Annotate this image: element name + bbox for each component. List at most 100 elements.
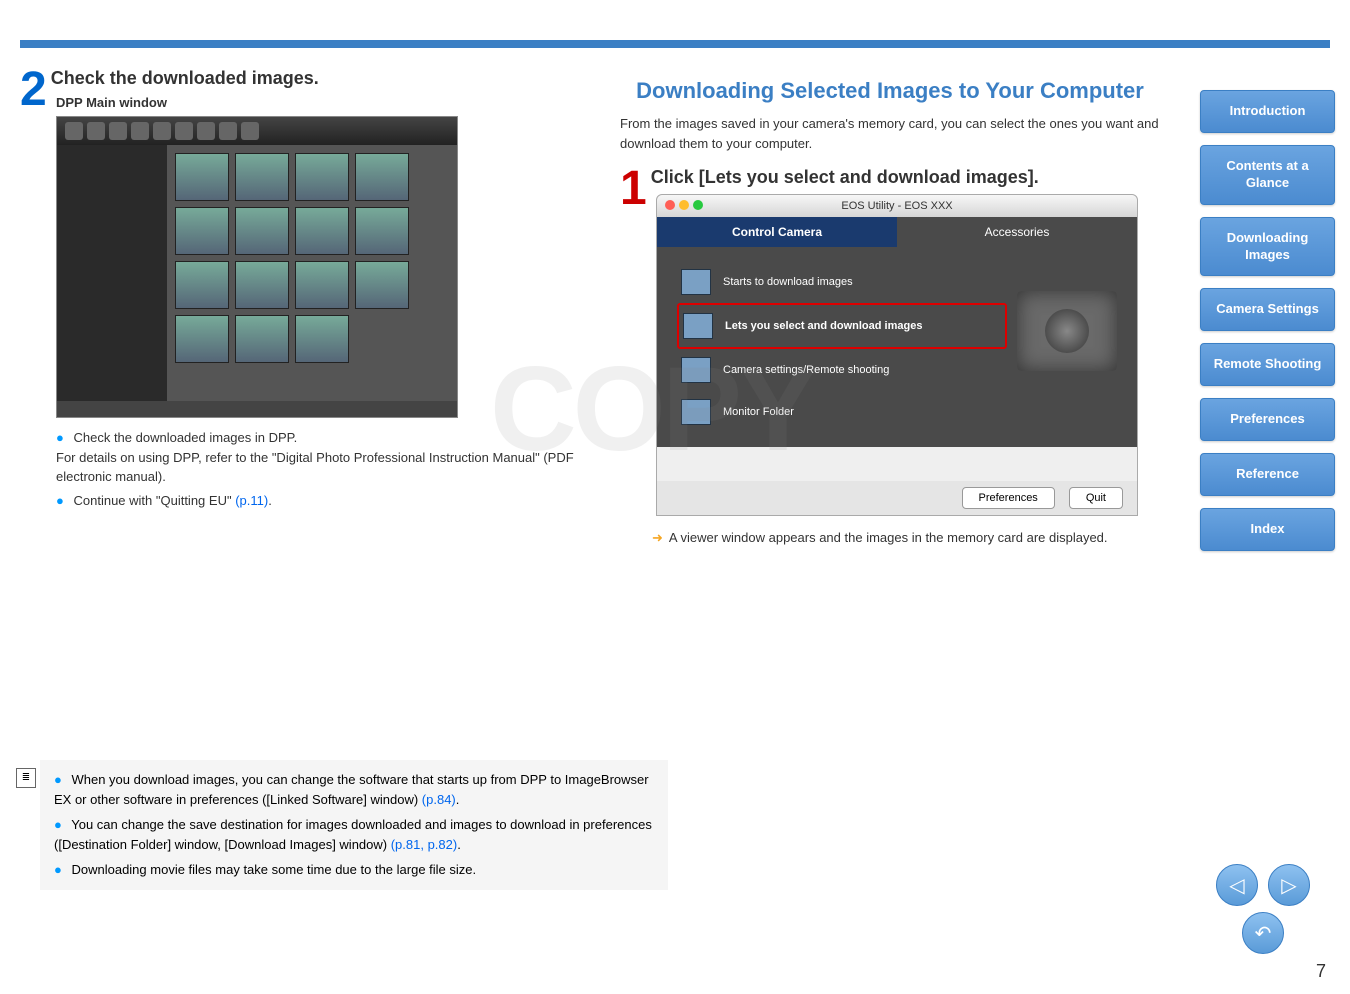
toolbar-icon: [87, 122, 105, 140]
thumbnail: [355, 261, 409, 309]
dpp-status-bar: [57, 401, 457, 417]
thumbnail: [355, 153, 409, 201]
return-button[interactable]: ↶: [1242, 912, 1284, 954]
page-link[interactable]: (p.81, p.82): [391, 837, 458, 852]
step-number-1: 1: [620, 167, 647, 210]
select-download-icon: [683, 313, 713, 339]
toolbar-icon: [131, 122, 149, 140]
bullet-quitting-eu: Continue with "Quitting EU" (p.11).: [56, 491, 600, 511]
result-text: A viewer window appears and the images i…: [670, 528, 1160, 548]
eos-utility-window: EOS Utility - EOS XXX Control Camera Acc…: [656, 194, 1138, 516]
thumbnail: [295, 207, 349, 255]
window-traffic-lights: [665, 200, 703, 210]
eu-item-monitor-folder[interactable]: Monitor Folder: [677, 391, 1007, 433]
tab-control-camera[interactable]: Control Camera: [657, 217, 897, 247]
note-item: You can change the save destination for …: [54, 815, 654, 854]
eu-body: Starts to download images Lets you selec…: [657, 247, 1137, 447]
page-number: 7: [1316, 961, 1326, 982]
nav-reference[interactable]: Reference: [1200, 453, 1335, 496]
eu-item-start-download[interactable]: Starts to download images: [677, 261, 1007, 303]
eu-item-select-download[interactable]: Lets you select and download images: [677, 303, 1007, 349]
note-item: Downloading movie files may take some ti…: [54, 860, 654, 880]
dpp-folder-tree: [57, 145, 175, 401]
bullet-text: Check the downloaded images in DPP.: [73, 430, 297, 445]
dpp-toolbar: [57, 117, 457, 145]
download-icon: [681, 269, 711, 295]
note-text: .: [456, 792, 460, 807]
thumbnail: [295, 261, 349, 309]
thumbnail: [175, 261, 229, 309]
note-icon: ≣: [16, 768, 36, 788]
toolbar-icon: [153, 122, 171, 140]
eu-action-list: Starts to download images Lets you selec…: [677, 261, 1007, 433]
camera-settings-icon: [681, 357, 711, 383]
eu-footer: Preferences Quit: [657, 481, 1137, 515]
section-intro: From the images saved in your camera's m…: [620, 114, 1160, 153]
eu-item-label: Monitor Folder: [723, 406, 794, 418]
thumbnail: [175, 207, 229, 255]
left-column: 2 Check the downloaded images. DPP Main …: [20, 68, 620, 548]
right-column: Downloading Selected Images to Your Comp…: [620, 68, 1160, 548]
thumbnail: [295, 153, 349, 201]
prev-page-button[interactable]: ◁: [1216, 864, 1258, 906]
eu-item-camera-settings[interactable]: Camera settings/Remote shooting: [677, 349, 1007, 391]
eu-window-title: EOS Utility - EOS XXX: [841, 200, 952, 212]
tab-accessories[interactable]: Accessories: [897, 217, 1137, 247]
toolbar-icon: [241, 122, 259, 140]
eu-titlebar: EOS Utility - EOS XXX: [657, 195, 1137, 217]
minimize-icon[interactable]: [679, 200, 689, 210]
camera-illustration: [1017, 291, 1117, 371]
zoom-icon[interactable]: [693, 200, 703, 210]
nav-downloading-images[interactable]: Downloading Images: [1200, 217, 1335, 277]
step-title-check-images: Check the downloaded images.: [20, 68, 600, 89]
thumbnail: [235, 153, 289, 201]
note-item: When you download images, you can change…: [54, 770, 654, 809]
nav-camera-settings[interactable]: Camera Settings: [1200, 288, 1335, 331]
note-box: ≣ When you download images, you can chan…: [40, 760, 668, 890]
close-icon[interactable]: [665, 200, 675, 210]
toolbar-icon: [65, 122, 83, 140]
page-link[interactable]: (p.84): [422, 792, 456, 807]
page-link[interactable]: (p.11): [235, 493, 268, 508]
dpp-thumbnail-grid: [167, 145, 457, 401]
bullet-text: Continue with "Quitting EU": [73, 493, 235, 508]
note-text: Downloading movie files may take some ti…: [71, 862, 476, 877]
nav-preferences[interactable]: Preferences: [1200, 398, 1335, 441]
chapter-sidebar: Introduction Contents at a Glance Downlo…: [1200, 90, 1335, 563]
toolbar-icon: [109, 122, 127, 140]
note-text: When you download images, you can change…: [54, 772, 649, 807]
dpp-subtitle: DPP Main window: [56, 95, 600, 110]
bullet-check-images: Check the downloaded images in DPP. For …: [56, 428, 600, 487]
preferences-button[interactable]: Preferences: [962, 487, 1055, 509]
dpp-main-window-screenshot: [56, 116, 458, 418]
section-title: Downloading Selected Images to Your Comp…: [620, 78, 1160, 104]
note-text: .: [457, 837, 461, 852]
toolbar-icon: [175, 122, 193, 140]
thumbnail: [175, 153, 229, 201]
bullet-text: .: [268, 493, 272, 508]
next-page-button[interactable]: ▷: [1268, 864, 1310, 906]
nav-index[interactable]: Index: [1200, 508, 1335, 551]
thumbnail: [355, 207, 409, 255]
note-text: You can change the save destination for …: [54, 817, 652, 852]
eu-item-label: Camera settings/Remote shooting: [723, 364, 889, 376]
thumbnail: [235, 315, 289, 363]
thumbnail: [175, 315, 229, 363]
toolbar-icon: [219, 122, 237, 140]
thumbnail: [295, 315, 349, 363]
nav-contents[interactable]: Contents at a Glance: [1200, 145, 1335, 205]
main-content: 2 Check the downloaded images. DPP Main …: [0, 48, 1350, 568]
nav-introduction[interactable]: Introduction: [1200, 90, 1335, 133]
bullet-text: For details on using DPP, refer to the "…: [56, 450, 574, 485]
top-accent-bar: [20, 40, 1330, 48]
step-number-2: 2: [20, 68, 47, 111]
toolbar-icon: [197, 122, 215, 140]
nav-remote-shooting[interactable]: Remote Shooting: [1200, 343, 1335, 386]
quit-button[interactable]: Quit: [1069, 487, 1123, 509]
step-title-click-select: Click [Lets you select and download imag…: [620, 167, 1160, 188]
monitor-folder-icon: [681, 399, 711, 425]
eu-tabs: Control Camera Accessories: [657, 217, 1137, 247]
thumbnail: [235, 261, 289, 309]
eu-item-label: Lets you select and download images: [725, 320, 922, 332]
eu-item-label: Starts to download images: [723, 276, 853, 288]
